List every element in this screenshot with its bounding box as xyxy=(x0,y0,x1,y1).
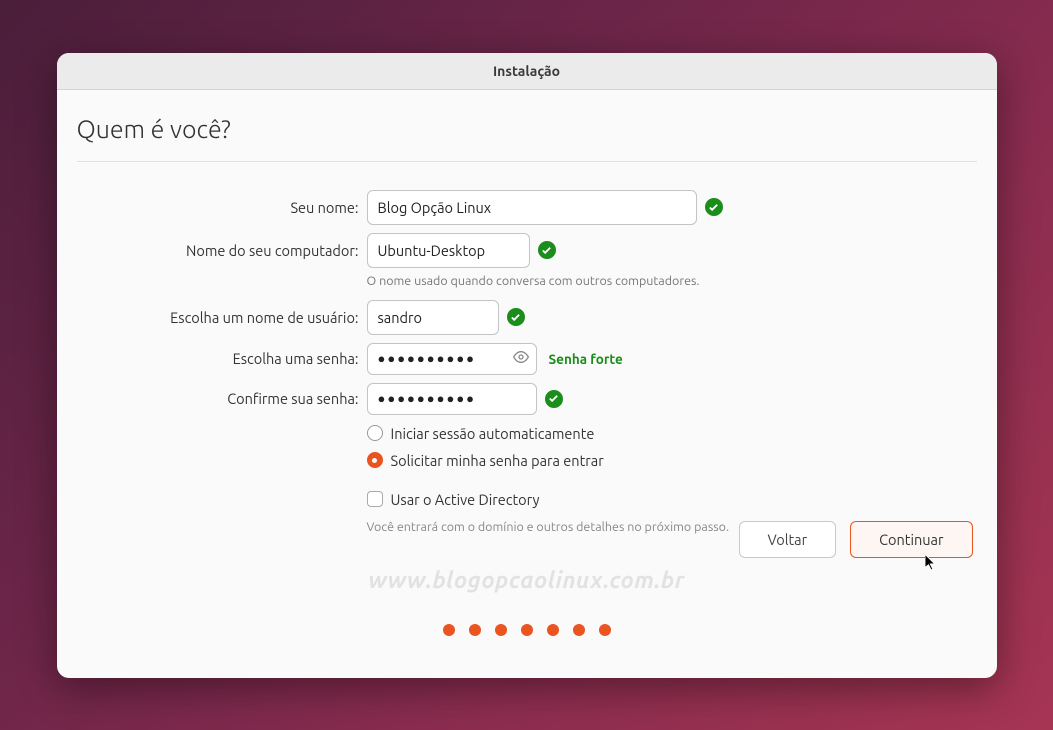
progress-dot xyxy=(443,624,455,636)
radio-require-password[interactable]: Solicitar minha senha para entrar xyxy=(367,452,977,469)
check-icon xyxy=(507,308,525,326)
button-row: Voltar Continuar xyxy=(739,521,973,558)
radio-label-auto: Iniciar sessão automaticamente xyxy=(391,425,595,442)
row-name: Seu nome: xyxy=(77,190,977,225)
computer-helper-text: O nome usado quando conversa com outros … xyxy=(367,274,977,288)
row-username: Escolha um nome de usuário: xyxy=(77,300,977,335)
checkbox-active-directory[interactable]: Usar o Active Directory xyxy=(367,491,977,508)
page-heading: Quem é você? xyxy=(77,110,977,162)
back-button[interactable]: Voltar xyxy=(739,521,837,558)
row-computer: Nome do seu computador: xyxy=(77,233,977,268)
radio-auto-login[interactable]: Iniciar sessão automaticamente xyxy=(367,425,977,442)
continue-button[interactable]: Continuar xyxy=(850,521,972,558)
checkbox-label-ad: Usar o Active Directory xyxy=(391,491,540,508)
progress-dot xyxy=(599,624,611,636)
label-password: Escolha uma senha: xyxy=(77,350,359,367)
radio-icon-checked xyxy=(367,452,383,468)
label-username: Escolha um nome de usuário: xyxy=(77,309,359,326)
username-input[interactable] xyxy=(367,300,499,335)
progress-dot xyxy=(573,624,585,636)
radio-label-require: Solicitar minha senha para entrar xyxy=(391,452,604,469)
progress-dot xyxy=(495,624,507,636)
form: Seu nome: Nome do seu computador: O nome… xyxy=(77,190,977,534)
progress-dot xyxy=(469,624,481,636)
progress-dot xyxy=(547,624,559,636)
window-titlebar: Instalação xyxy=(57,53,997,90)
watermark: www.blogopcaolinux.com.br xyxy=(368,568,685,593)
content-area: Quem é você? Seu nome: Nome do seu compu… xyxy=(57,90,997,678)
eye-icon[interactable] xyxy=(513,349,529,369)
installer-window: Instalação Quem é você? Seu nome: Nome d… xyxy=(57,53,997,678)
radio-icon xyxy=(367,425,383,441)
password-wrap xyxy=(367,343,537,375)
row-password: Escolha uma senha: Senha forte xyxy=(77,343,977,375)
check-icon xyxy=(538,241,556,259)
row-confirm: Confirme sua senha: xyxy=(77,383,977,415)
check-icon xyxy=(705,198,723,216)
name-input[interactable] xyxy=(367,190,697,225)
confirm-password-input[interactable] xyxy=(367,383,537,415)
window-title: Instalação xyxy=(493,63,560,79)
progress-dot xyxy=(521,624,533,636)
check-icon xyxy=(545,390,563,408)
password-strength: Senha forte xyxy=(549,351,623,367)
label-computer: Nome do seu computador: xyxy=(77,242,359,259)
progress-dots xyxy=(443,624,611,636)
checkbox-icon xyxy=(367,491,383,507)
password-input[interactable] xyxy=(367,343,537,375)
computer-name-input[interactable] xyxy=(367,233,530,268)
label-name: Seu nome: xyxy=(77,199,359,216)
label-confirm: Confirme sua senha: xyxy=(77,390,359,407)
